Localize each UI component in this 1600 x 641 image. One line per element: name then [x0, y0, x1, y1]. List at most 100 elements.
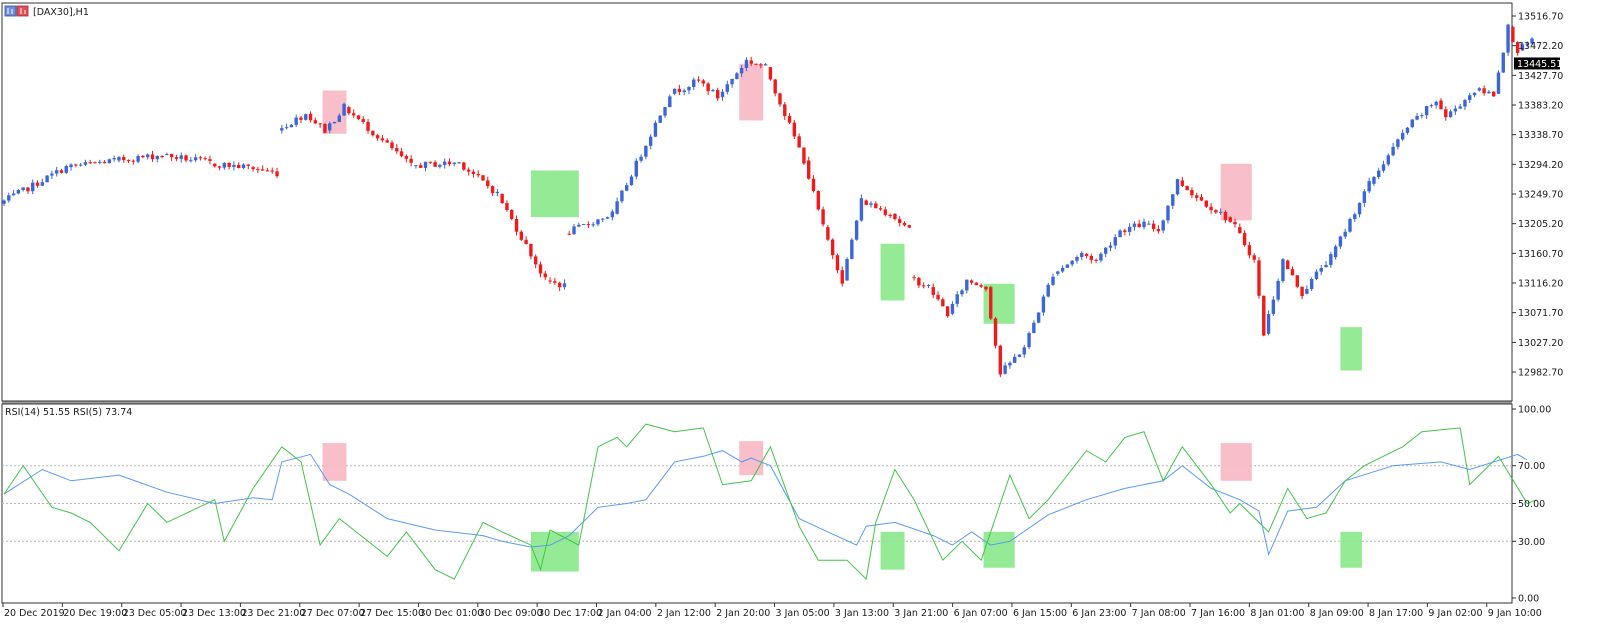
oversold-rsi-box [530, 531, 579, 572]
candle [1257, 257, 1261, 299]
candle [816, 190, 820, 211]
candle [581, 223, 586, 226]
time-tick-label: 6 Jan 15:00 [1013, 608, 1067, 619]
rsi-tick-label: 30.00 [1518, 537, 1545, 548]
time-tick-label: 23 Dec 13:00 [182, 608, 246, 619]
price-tick-label: 13071.70 [1518, 308, 1563, 319]
candle [1286, 259, 1290, 270]
candle [653, 120, 658, 138]
candle [1295, 275, 1299, 289]
time-tick-label: 6 Jan 23:00 [1072, 608, 1126, 619]
candle [462, 161, 466, 171]
candle [1348, 217, 1352, 233]
candle [1228, 216, 1232, 223]
candle [45, 175, 49, 183]
rsi-tick-label: 50.00 [1518, 499, 1545, 510]
price-tick-label: 13516.70 [1518, 12, 1563, 23]
candle [500, 193, 504, 204]
mt-chart-window[interactable]: 13516.70 13472.20 13427.70 13383.20 13338.70… [0, 0, 1600, 637]
time-tick-label: 27 Dec 15:00 [360, 608, 424, 619]
rsi-tick-label: 100.00 [1518, 405, 1551, 416]
candle [1511, 25, 1515, 43]
symbol-label: [DAX30],H1 [33, 7, 89, 18]
overbought-rsi-box [322, 443, 347, 481]
price-tick-label: 13338.70 [1518, 130, 1563, 141]
time-tick-label: 20 Dec 19:00 [63, 608, 127, 619]
candle [854, 219, 859, 241]
candle [993, 316, 998, 349]
candle [1036, 312, 1041, 324]
candle [1281, 258, 1285, 283]
candle [1309, 277, 1314, 291]
candle [510, 209, 514, 221]
rsi-panel-frame [1, 403, 1513, 604]
candle [821, 206, 825, 227]
current-price-label: 13445.51 [1517, 59, 1562, 70]
time-axis: 20 Dec 201920 Dec 19:0023 Dec 05:0023 De… [2, 603, 1542, 619]
price-tick-label: 13249.70 [1518, 190, 1563, 201]
candle [1410, 118, 1414, 129]
candle [481, 174, 485, 182]
candle [1496, 70, 1501, 95]
price-axis: 13516.70 13472.20 13427.70 13383.20 13338.70… [1512, 12, 1563, 379]
candle [859, 194, 864, 222]
time-tick-label: 30 Dec 01:00 [419, 608, 483, 619]
candle [519, 230, 524, 242]
candle [1491, 91, 1496, 97]
candle [850, 237, 854, 260]
time-tick-label: 23 Dec 05:00 [123, 608, 187, 619]
rsi-indicator-label: RSI(14) 51.55 RSI(5) 73.74 [5, 407, 132, 418]
candle [634, 158, 638, 180]
candle [1386, 153, 1391, 167]
candle [1185, 185, 1189, 191]
time-tick-label: 2 Jan 04:00 [598, 608, 652, 619]
candle [1506, 23, 1510, 57]
candle [768, 67, 773, 81]
time-tick-label: 2 Jan 20:00 [716, 608, 770, 619]
price-tick-label: 13205.20 [1518, 219, 1563, 230]
candle [304, 113, 308, 121]
oversold-price-box [880, 243, 905, 301]
time-tick-label: 2 Jan 12:00 [657, 608, 711, 619]
rsi-tick-label: 0.00 [1518, 594, 1539, 605]
time-tick-label: 8 Jan 01:00 [1250, 608, 1304, 619]
oversold-price-box [1340, 327, 1362, 371]
time-tick-label: 3 Jan 05:00 [776, 608, 830, 619]
price-tick-label: 12982.70 [1518, 368, 1563, 379]
candle [1027, 331, 1031, 350]
candle [1266, 310, 1271, 336]
chart-icon-right-panel [16, 5, 29, 17]
oversold-rsi-box [880, 531, 905, 570]
price-and-rsi-chart[interactable]: 13516.70 13472.20 13427.70 13383.20 13338.70… [0, 0, 1600, 637]
candle [1017, 354, 1022, 358]
price-tick-label: 13472.20 [1518, 41, 1563, 52]
time-tick-label: 7 Jan 08:00 [1132, 608, 1186, 619]
time-tick-label: 3 Jan 21:00 [894, 608, 948, 619]
time-tick-label: 3 Jan 13:00 [835, 608, 889, 619]
candle [1046, 282, 1050, 298]
candle [332, 121, 337, 124]
time-tick-label: 30 Dec 09:00 [479, 608, 543, 619]
time-tick-label: 9 Jan 10:00 [1488, 608, 1542, 619]
candle [1501, 52, 1505, 74]
overbought-rsi-box [1220, 443, 1252, 481]
candle [342, 102, 346, 117]
time-tick-label: 30 Dec 17:00 [538, 608, 602, 619]
candle [323, 122, 327, 134]
oversold-rsi-box [983, 531, 1015, 568]
candle [1276, 278, 1280, 302]
candle [668, 94, 672, 108]
rsi-axis: 100.00 70.00 50.00 30.00 0.00 [1512, 405, 1551, 605]
oversold-rsi-box [1340, 531, 1362, 568]
candle [658, 115, 662, 124]
candle [1065, 264, 1070, 268]
time-tick-label: 20 Dec 2019 [4, 608, 65, 619]
time-tick-label: 8 Jan 09:00 [1310, 608, 1364, 619]
time-tick-label: 8 Jan 17:00 [1369, 608, 1423, 619]
candle [826, 225, 830, 242]
candle [620, 189, 624, 204]
candle [989, 285, 993, 321]
candle [845, 257, 849, 281]
price-tick-label: 13427.70 [1518, 71, 1563, 82]
time-tick-label: 23 Dec 21:00 [241, 608, 305, 619]
